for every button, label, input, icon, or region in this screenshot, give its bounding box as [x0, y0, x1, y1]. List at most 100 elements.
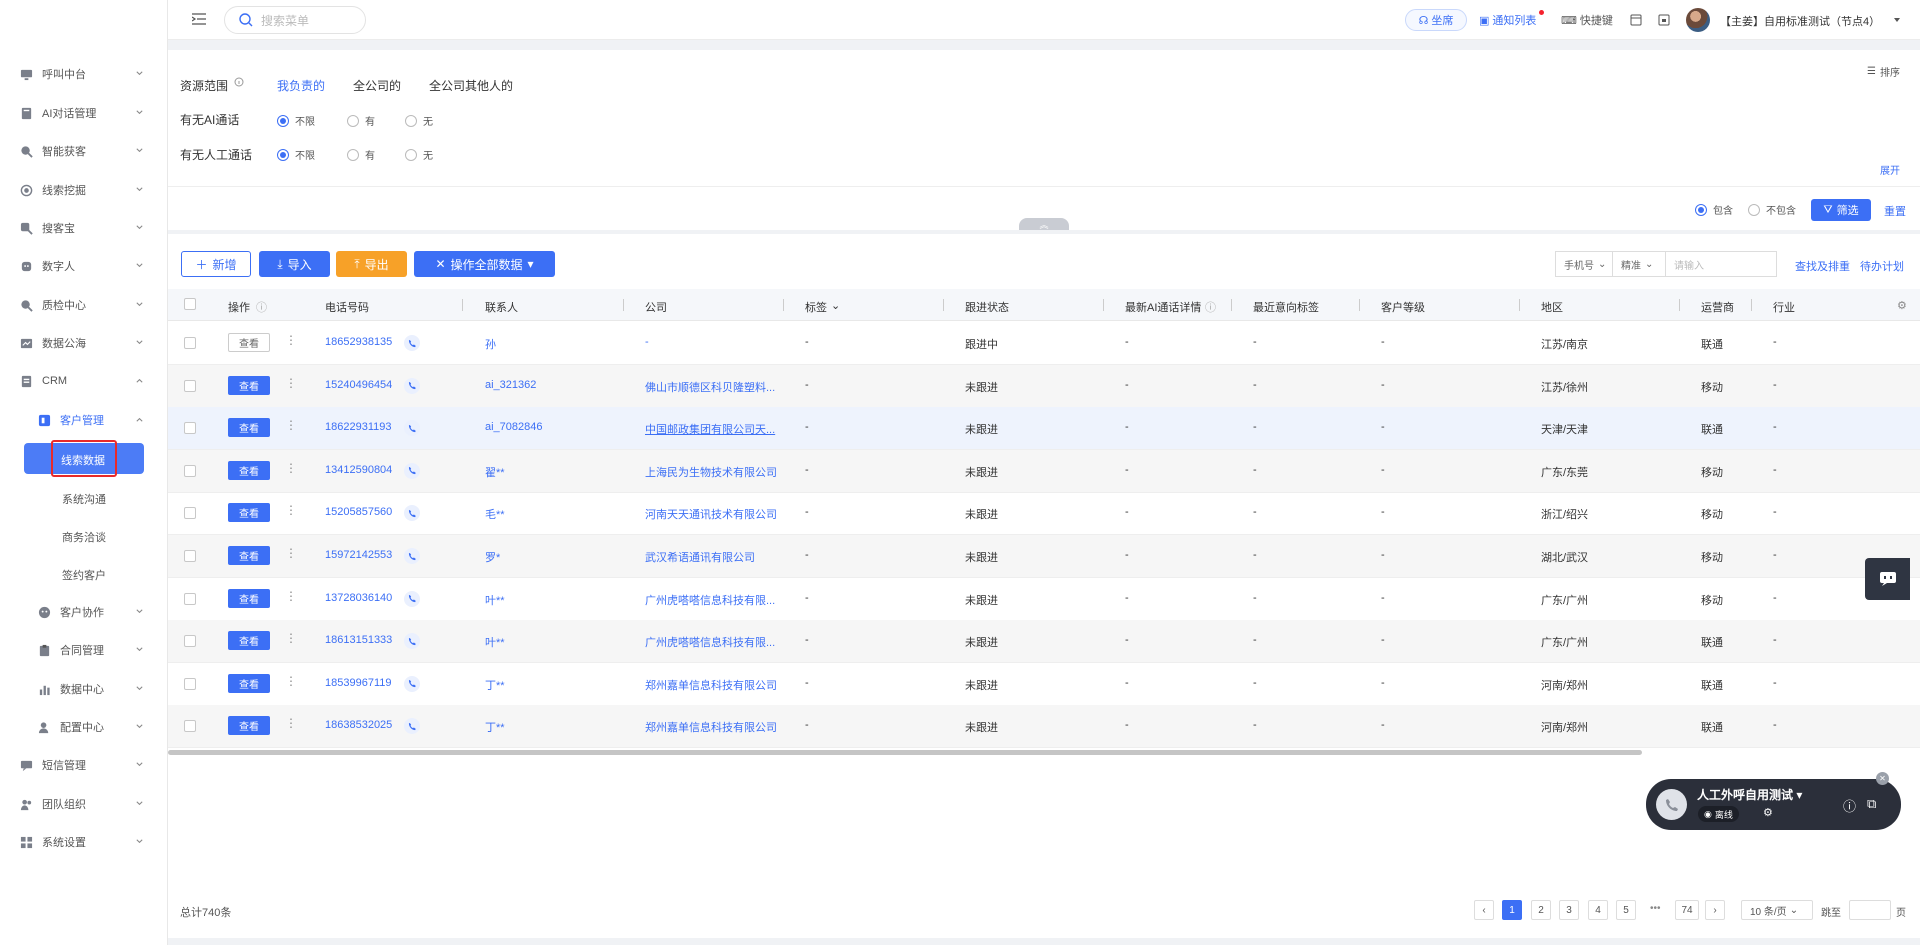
page-4[interactable]: 4	[1588, 900, 1608, 920]
row-checkbox[interactable]	[184, 720, 196, 733]
cell-company[interactable]: 郑州嘉单信息科技有限公司	[645, 677, 780, 693]
cell-phone[interactable]: 18622931193	[325, 421, 391, 433]
page-5[interactable]: 5	[1616, 900, 1636, 920]
notice-list-button[interactable]: ▣ 通知列表	[1479, 9, 1536, 31]
exclude-radio[interactable]: 不包含	[1748, 202, 1796, 217]
next-page-button[interactable]: ›	[1705, 900, 1725, 920]
call-status-badge[interactable]: ◉ 离线	[1698, 806, 1739, 822]
cell-phone[interactable]: 15972142553	[325, 549, 392, 561]
sidebar-item-settings[interactable]: 系统设置	[0, 827, 168, 857]
row-checkbox[interactable]	[184, 379, 196, 392]
phone-icon[interactable]	[404, 420, 420, 437]
view-button[interactable]: 查看	[228, 333, 270, 352]
cell-phone[interactable]: 15205857560	[325, 506, 392, 518]
page-3[interactable]: 3	[1559, 900, 1579, 920]
col-resizer[interactable]	[623, 299, 624, 311]
view-button[interactable]: 查看	[228, 460, 270, 480]
horizontal-scrollbar[interactable]	[168, 750, 1642, 755]
sort-button[interactable]: ☰ 排序	[1867, 64, 1900, 79]
sidebar-item-customer-mgmt[interactable]: 客户管理	[0, 405, 168, 435]
cell-company[interactable]: 广州虎嗒嗒信息科技有限...	[645, 634, 780, 650]
col-resizer[interactable]	[783, 299, 784, 311]
prev-page-button[interactable]: ‹	[1474, 900, 1494, 920]
cell-phone[interactable]: 13728036140	[325, 592, 392, 604]
sidebar-item-customer-collab[interactable]: 客户协作	[0, 597, 168, 627]
cell-contact[interactable]: 丁**	[485, 677, 505, 693]
sidebar-item-qc-center[interactable]: 质检中心	[0, 290, 168, 320]
jump-input[interactable]	[1849, 900, 1891, 920]
todo-plan-link[interactable]: 待办计划	[1860, 258, 1904, 274]
menu-toggle-icon[interactable]	[192, 13, 206, 25]
sidebar-item-data-pool[interactable]: 数据公海	[0, 328, 168, 358]
sidebar-item-soukebao[interactable]: 搜客宝	[0, 213, 168, 243]
collapse-toggle[interactable]: ︽	[1019, 218, 1069, 230]
window-icon[interactable]: ⧉	[1867, 796, 1876, 812]
sidebar-item-crm[interactable]: CRM	[0, 366, 168, 396]
scope-tab-mine[interactable]: 我负责的	[277, 77, 325, 94]
col-header-tag[interactable]: 标签	[805, 299, 827, 315]
cell-contact[interactable]: 丁**	[485, 719, 505, 735]
import-button[interactable]: ⤓ 导入	[259, 251, 330, 277]
row-checkbox[interactable]	[184, 507, 196, 520]
cell-contact[interactable]: ai_7082846	[485, 421, 543, 433]
more-icon[interactable]: ⋮	[285, 333, 297, 347]
phone-icon[interactable]	[404, 462, 420, 479]
sidebar-item-smart-acquire[interactable]: 智能获客	[0, 136, 168, 166]
col-resizer[interactable]	[1751, 299, 1752, 311]
sidebar-item-data-center[interactable]: 数据中心	[0, 674, 168, 704]
col-resizer[interactable]	[1679, 299, 1680, 311]
view-button[interactable]: 查看	[228, 503, 270, 523]
manual-call-yes-radio[interactable]: 有	[347, 147, 375, 162]
phone-icon[interactable]	[404, 548, 420, 564]
chevron-down-icon[interactable]: ⌄	[831, 299, 840, 312]
phone-icon[interactable]	[404, 505, 420, 522]
phone-icon[interactable]	[404, 718, 420, 735]
search-input[interactable]: 请输入	[1665, 251, 1777, 277]
operate-all-button[interactable]: ✕ 操作全部数据 ▾	[414, 251, 555, 277]
cell-contact[interactable]: 孙	[485, 336, 496, 352]
ai-call-any-radio[interactable]: 不限	[277, 113, 315, 128]
caret-down-icon[interactable]	[1893, 16, 1901, 24]
find-dedupe-link[interactable]: 查找及排重	[1795, 258, 1850, 274]
cell-contact[interactable]: 叶**	[485, 592, 505, 608]
col-resizer[interactable]	[1231, 299, 1232, 311]
phone-icon[interactable]	[404, 377, 420, 394]
more-icon[interactable]: ⋮	[285, 589, 297, 603]
row-checkbox[interactable]	[184, 337, 196, 349]
page-1[interactable]: 1	[1502, 900, 1522, 920]
cell-phone[interactable]: 15240496454	[325, 379, 392, 391]
table-row[interactable]: 查看 ⋮ 18539967119 丁** 郑州嘉单信息科技有限公司 - 未跟进 - - - 河南/郑…	[168, 663, 1920, 706]
view-button[interactable]: 查看	[228, 588, 270, 608]
sidebar-item-team[interactable]: 团队组织	[0, 789, 168, 819]
cell-contact[interactable]: 叶**	[485, 634, 505, 650]
phone-icon[interactable]	[1656, 789, 1687, 820]
view-button[interactable]: 查看	[228, 673, 270, 693]
filter-button[interactable]: ⛛ 筛选	[1811, 199, 1871, 221]
info-icon[interactable]: ⓘ	[1843, 796, 1856, 815]
field-select[interactable]: 手机号 ⌄	[1555, 251, 1613, 277]
screen-icon[interactable]	[1630, 14, 1642, 26]
menu-search-input[interactable]: 搜索菜单	[224, 6, 366, 34]
more-icon[interactable]: ⋮	[285, 674, 297, 688]
ai-call-yes-radio[interactable]: 有	[347, 113, 375, 128]
phone-icon[interactable]	[404, 675, 420, 692]
cell-phone[interactable]: 18613151333	[325, 634, 392, 646]
view-button[interactable]: 查看	[228, 546, 270, 565]
table-row[interactable]: 查看 ⋮ 15240496454 ai_321362 佛山市顺德区科贝隆塑料... - 未跟…	[168, 364, 1920, 408]
cell-company[interactable]: -	[645, 336, 780, 348]
view-button[interactable]: 查看	[228, 375, 270, 395]
cell-company[interactable]: 河南天天通讯技术有限公司	[645, 506, 780, 522]
call-title[interactable]: 人工外呼自用测试 ▾	[1697, 786, 1802, 803]
sidebar-item-system-comm[interactable]: 系统沟通	[62, 491, 106, 507]
sidebar-item-lead-mining[interactable]: 线索挖掘	[0, 175, 168, 205]
reset-button[interactable]: 重置	[1884, 203, 1906, 219]
cell-phone[interactable]: 13412590804	[325, 464, 392, 476]
row-checkbox[interactable]	[184, 635, 196, 648]
lock-icon[interactable]	[1658, 14, 1670, 26]
col-resizer[interactable]	[1359, 299, 1360, 311]
expand-button[interactable]: 展开	[1880, 162, 1900, 177]
table-row[interactable]: 查看 ⋮ 18613151333 叶** 广州虎嗒嗒信息科技有限... - 未跟进 - - - 广东…	[168, 620, 1920, 664]
sidebar-item-ai-dialog[interactable]: AI对话管理	[0, 98, 168, 128]
table-row[interactable]: 查看 ⋮ 15972142553 罗* 武汉希语通讯有限公司 - 未跟进 - - - 湖北/武汉 移动…	[168, 535, 1920, 578]
view-button[interactable]: 查看	[228, 716, 270, 736]
